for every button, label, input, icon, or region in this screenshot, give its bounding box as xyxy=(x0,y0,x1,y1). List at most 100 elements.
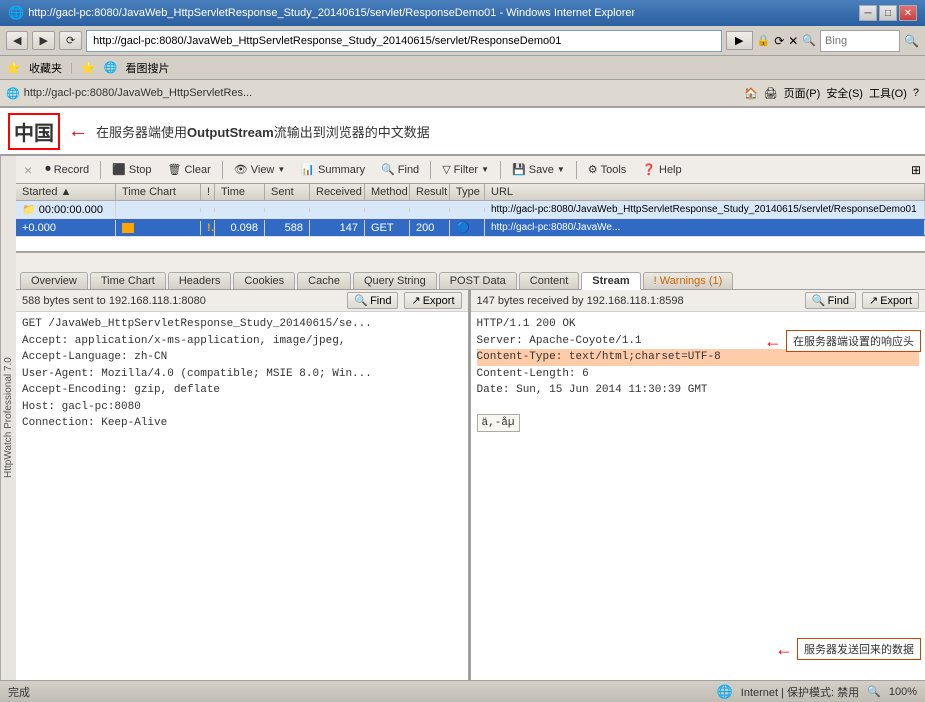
export-icon-right: ↗ xyxy=(869,294,878,307)
right-toolbar: 147 bytes received by 192.168.118.1:8598… xyxy=(471,290,925,312)
find-button-hw[interactable]: 🔍 Find xyxy=(374,160,426,179)
filter-icon: ▽ xyxy=(442,163,450,176)
td-url-1: http://gacl-pc:8080/JavaWeb_HttpServletR… xyxy=(485,202,925,217)
left-line7: Connection: Keep-Alive xyxy=(22,417,167,429)
hw-close-button[interactable]: × xyxy=(20,160,36,180)
search-input[interactable] xyxy=(820,30,900,52)
table-row[interactable]: 📁 00:00:00.000 http://gacl-pc:8080/JavaW… xyxy=(16,201,925,219)
tab-content[interactable]: Content xyxy=(519,272,580,289)
tab-postdata[interactable]: POST Data xyxy=(439,272,517,289)
find-button-right[interactable]: 🔍 Find xyxy=(805,292,856,309)
help-icon-ie[interactable]: ? xyxy=(913,87,919,99)
left-line5: Accept-Encoding: gzip, deflate xyxy=(22,384,220,396)
star-icon: ⭐ xyxy=(6,61,21,75)
view-dropdown-icon: ▼ xyxy=(277,165,285,174)
th-sent: Sent xyxy=(265,184,310,200)
th-started: Started ▲ xyxy=(16,184,116,200)
horizontal-scrollbar[interactable] xyxy=(16,252,925,266)
annotation-arrow2: ← xyxy=(775,639,793,660)
td-method-1 xyxy=(365,208,410,212)
tab-warnings[interactable]: ! Warnings (1) xyxy=(643,272,734,289)
clear-button[interactable]: 🗑 Clear xyxy=(161,160,218,179)
left-line3: Accept-Language: zh-CN xyxy=(22,351,167,363)
td-received-1 xyxy=(310,208,365,212)
left-line1: GET /JavaWeb_HttpServletResponse_Study_2… xyxy=(22,318,372,330)
td-result-2: 200 xyxy=(410,220,450,236)
tab-overview[interactable]: Overview xyxy=(20,272,88,289)
status-text: 完成 xyxy=(8,684,30,700)
right-line2: Server: Apache-Coyote/1.1 xyxy=(477,335,642,347)
home-icon: 🏠 xyxy=(744,87,758,100)
close-button[interactable]: ✕ xyxy=(899,5,917,21)
tab-cache[interactable]: Cache xyxy=(297,272,351,289)
tools-icon: ⚙ xyxy=(588,163,598,176)
address-bar[interactable] xyxy=(86,30,722,52)
annotation-text: 在服务器端使用OutputStream流输出到浏览器的中文数据 xyxy=(96,122,430,141)
safety-menu[interactable]: 安全(S) xyxy=(826,85,863,101)
th-result: Result xyxy=(410,184,450,200)
favorites-bar: ⭐ 收藏夹 | ⭐ 🌐 看图搜片 xyxy=(0,56,925,80)
summary-icon: 📊 xyxy=(301,163,315,176)
tools-menu-ie[interactable]: 工具(O) xyxy=(869,85,907,101)
record-button[interactable]: ⏺ Record xyxy=(38,160,96,179)
tab-timechart[interactable]: Time Chart xyxy=(90,272,166,289)
th-time: Time xyxy=(215,184,265,200)
table-row[interactable]: +0.000 ! 0.098 588 147 GET 200 🔵 http://… xyxy=(16,219,925,237)
sep5 xyxy=(576,161,577,179)
sep1 xyxy=(100,161,101,179)
table-header: Started ▲ Time Chart ! Time Sent Receive… xyxy=(16,184,925,201)
td-method-2: GET xyxy=(365,220,410,236)
export-icon-left: ↗ xyxy=(411,294,420,307)
left-content: GET /JavaWeb_HttpServletResponse_Study_2… xyxy=(16,312,468,680)
forward-button[interactable]: ▶ xyxy=(32,31,54,50)
export-button-left[interactable]: ↗ Export xyxy=(404,292,461,309)
zone-icon: 🌐 xyxy=(717,684,733,700)
th-url: URL xyxy=(485,184,925,200)
detail-content: 588 bytes sent to 192.168.118.1:8080 🔍 F… xyxy=(16,290,925,680)
th-received: Received xyxy=(310,184,365,200)
annotation-data: ← 服务器发送回来的数据 xyxy=(775,638,921,660)
status-bar: 完成 🌐 Internet | 保护模式: 禁用 🔍 100% xyxy=(0,680,925,702)
page-menu[interactable]: 页面(P) xyxy=(784,85,821,101)
right-line7: ä,-åµ xyxy=(477,414,520,432)
find-icon-right: 🔍 xyxy=(812,294,826,307)
zoom-label: 100% xyxy=(889,686,917,698)
record-icon: ⏺ xyxy=(45,163,51,176)
httpwatch-label: HttpWatch Professional 7.0 xyxy=(0,156,16,680)
stop-button[interactable]: ⬛ Stop xyxy=(105,160,158,179)
zone-label: Internet | 保护模式: 禁用 xyxy=(741,684,859,700)
go-button[interactable]: ▶ xyxy=(726,31,752,50)
ie-icon: 🌐 xyxy=(8,5,24,21)
sep3 xyxy=(430,161,431,179)
folder-icon: 📁 xyxy=(22,204,36,216)
export-button-right[interactable]: ↗ Export xyxy=(862,292,919,309)
td-sent-2: 588 xyxy=(265,220,310,236)
tab-headers[interactable]: Headers xyxy=(168,272,232,289)
view-button[interactable]: 👁 View ▼ xyxy=(227,160,293,179)
td-url-2: http://gacl-pc:8080/JavaWe... xyxy=(485,220,925,235)
bing-icon: 🔍 xyxy=(802,34,816,47)
page-address-short: http://gacl-pc:8080/JavaWeb_HttpServletR… xyxy=(24,87,252,99)
content-wrapper: HttpWatch Professional 7.0 × ⏺ Record ⬛ … xyxy=(0,156,925,680)
tools-button-hw[interactable]: ⚙ Tools xyxy=(581,160,634,179)
minimize-button[interactable]: ─ xyxy=(859,5,877,21)
save-dropdown-icon: ▼ xyxy=(557,165,565,174)
find-button-left[interactable]: 🔍 Find xyxy=(347,292,398,309)
fav-item1-label[interactable]: 看图搜片 xyxy=(125,60,169,76)
fav-icon1: ⭐ xyxy=(81,61,96,75)
tab-cookies[interactable]: Cookies xyxy=(233,272,295,289)
refresh-button[interactable]: ⟳ xyxy=(59,31,82,50)
expand-icon[interactable]: ⊞ xyxy=(911,163,921,177)
right-line1: HTTP/1.1 200 OK xyxy=(477,318,576,330)
favorites-label[interactable]: 收藏夹 xyxy=(29,60,62,76)
filter-button[interactable]: ▽ Filter ▼ xyxy=(435,160,496,179)
tab-stream[interactable]: Stream xyxy=(581,272,640,290)
summary-button[interactable]: 📊 Summary xyxy=(294,160,372,179)
restore-button[interactable]: □ xyxy=(879,5,897,21)
save-button[interactable]: 💾 Save ▼ xyxy=(505,160,572,179)
td-sent-1 xyxy=(265,208,310,212)
tab-querystring[interactable]: Query String xyxy=(353,272,437,289)
back-button[interactable]: ◀ xyxy=(6,31,28,50)
help-button-hw[interactable]: ❓ Help xyxy=(635,160,688,179)
view-icon: 👁 xyxy=(234,163,248,176)
